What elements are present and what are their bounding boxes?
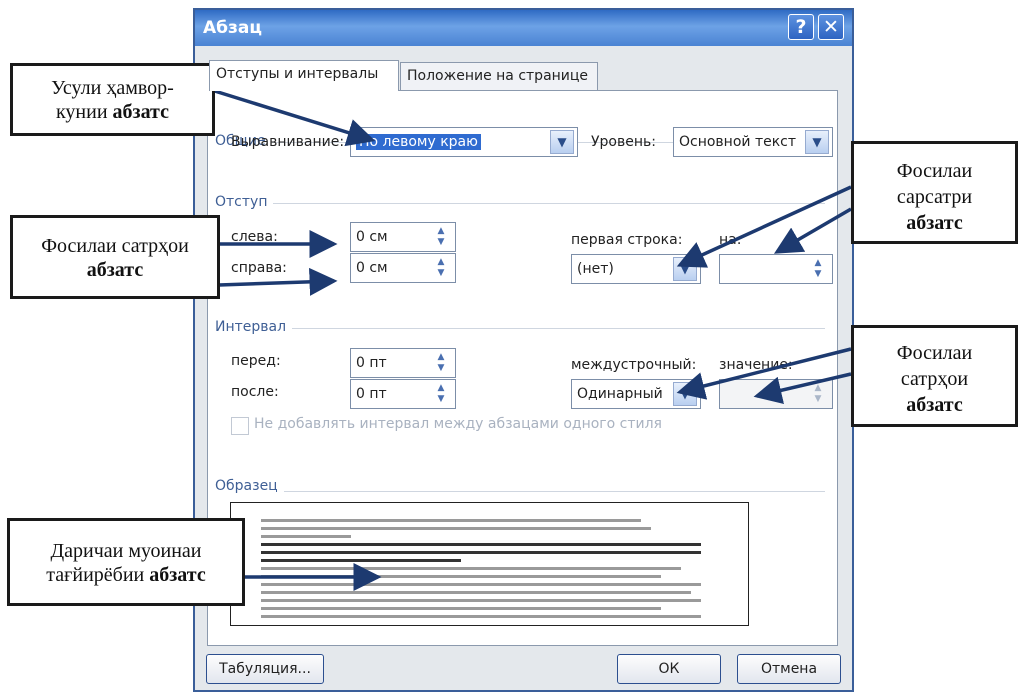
callout-text: кунии абзатс: [55, 101, 169, 123]
callout-alignment: Усули ҳамвор- кунии абзатс: [10, 63, 215, 136]
arrow-line-spacing: [676, 347, 852, 400]
callout-indent: Фосилаи сатрҳои абзатс: [10, 215, 220, 299]
callout-text: Фосилаи: [896, 160, 973, 182]
callout-text: абзатс: [906, 394, 963, 416]
callout-first-line: Фосилаи сарсатри абзатс: [851, 141, 1018, 244]
arrow-first-line: [676, 185, 852, 268]
callout-text: Даричаи муоинаи: [50, 540, 202, 562]
callout-text: тағйирёбии абзатс: [46, 564, 206, 586]
callout-text: сарсатри: [896, 186, 973, 208]
arrow-at: [753, 372, 852, 405]
tab-indents-spacing[interactable]: Отступы и интервалы: [209, 60, 399, 91]
callout-text: Фосилаи сатрҳои: [41, 235, 189, 257]
callout-text: Усули ҳамвор-: [51, 77, 174, 99]
arrow-alignment: [204, 86, 376, 147]
callout-text: сатрҳои: [900, 368, 969, 390]
callout-text: абзатс: [86, 259, 144, 281]
callout-preview: Даричаи муоинаи тағйирёбии абзатс: [7, 518, 245, 606]
arrow-indent-right: [218, 267, 338, 296]
callout-line-spacing: Фосилаи сатрҳои абзатс: [851, 325, 1018, 427]
callout-text: абзатс: [906, 212, 963, 234]
callout-text: Фосилаи: [896, 342, 973, 364]
